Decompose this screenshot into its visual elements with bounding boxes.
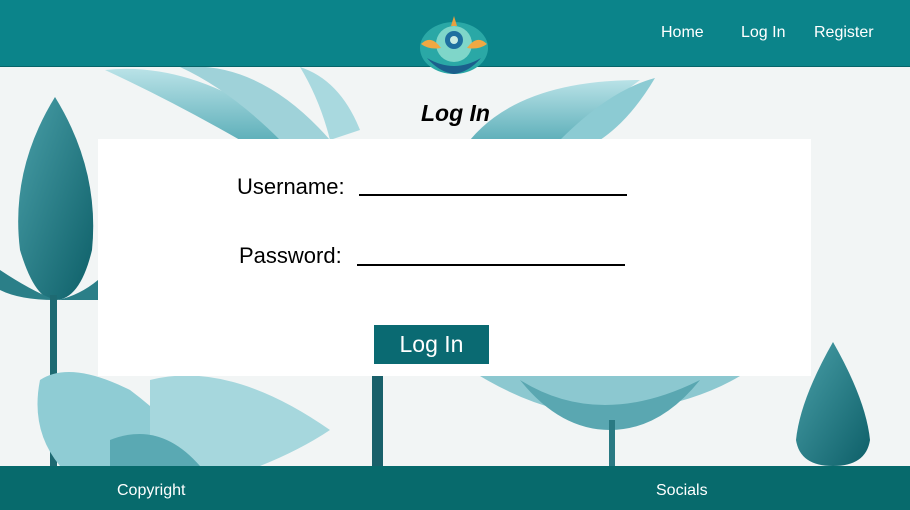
socials-link[interactable]: Socials [656,482,708,500]
site-header: Home Log In Register [0,0,910,74]
copyright-text: Copyright [117,482,186,499]
nav-home-link[interactable]: Home [661,24,704,42]
login-form-card: Username: Password: Log In [98,139,811,376]
password-input[interactable] [357,242,625,266]
password-label: Password: [239,243,342,268]
username-input[interactable] [359,172,627,196]
nav-register-link[interactable]: Register [814,24,874,42]
username-label: Username: [237,174,345,199]
lotus-meditation-logo-icon[interactable] [417,14,491,78]
login-submit-button[interactable]: Log In [374,325,489,364]
nav-login-link[interactable]: Log In [741,24,785,42]
site-footer: Copyright Socials [0,466,910,510]
page-title: Log In [421,100,490,126]
